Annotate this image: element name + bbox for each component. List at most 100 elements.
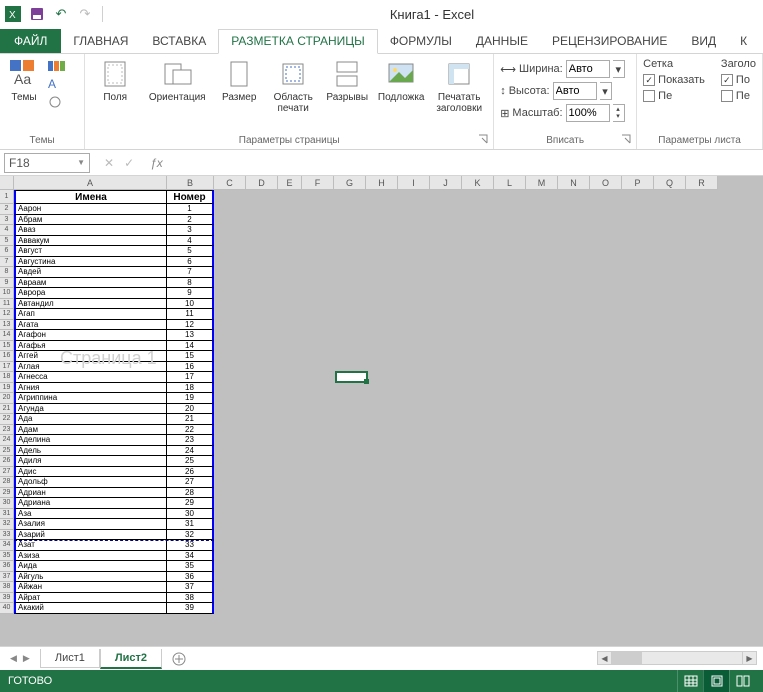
row-header[interactable]: 29 (0, 488, 14, 499)
row-header[interactable]: 36 (0, 561, 14, 572)
tab-formulas[interactable]: ФОРМУЛЫ (378, 30, 464, 53)
cell[interactable]: Адиля (14, 456, 167, 467)
sheet-tab-2[interactable]: Лист2 (100, 649, 162, 669)
tab-review[interactable]: РЕЦЕНЗИРОВАНИЕ (540, 30, 679, 53)
row-header[interactable]: 18 (0, 372, 14, 383)
cell[interactable]: Аврора (14, 288, 167, 299)
row-header[interactable]: 8 (0, 267, 14, 278)
tab-page-layout[interactable]: РАЗМЕТКА СТРАНИЦЫ (218, 29, 378, 54)
cell[interactable]: 33 (167, 540, 214, 551)
cell[interactable]: 28 (167, 488, 214, 499)
cell[interactable]: 23 (167, 435, 214, 446)
colors-icon[interactable] (48, 59, 66, 73)
cell[interactable]: Агриппина (14, 393, 167, 404)
row-header[interactable]: 32 (0, 519, 14, 530)
cell[interactable]: Аида (14, 561, 167, 572)
show-grid-checkbox[interactable]: ✓ (643, 74, 655, 86)
column-header[interactable]: O (590, 176, 622, 190)
width-select[interactable] (566, 60, 610, 78)
page-break-view-icon[interactable] (729, 670, 755, 692)
cell[interactable]: Агунда (14, 404, 167, 415)
cell[interactable]: Адриана (14, 498, 167, 509)
cell[interactable]: Аваз (14, 225, 167, 236)
cell[interactable]: 5 (167, 246, 214, 257)
fonts-icon[interactable]: A (48, 77, 66, 91)
row-header[interactable]: 9 (0, 278, 14, 289)
cell[interactable]: 16 (167, 362, 214, 373)
row-header[interactable]: 2 (0, 204, 14, 215)
page-layout-view-icon[interactable] (703, 670, 729, 692)
select-all-corner[interactable] (0, 176, 14, 190)
cell[interactable]: 34 (167, 551, 214, 562)
cell[interactable]: 25 (167, 456, 214, 467)
column-header[interactable]: C (214, 176, 246, 190)
cell[interactable]: 32 (167, 530, 214, 541)
chevron-down-icon[interactable]: ▼ (77, 158, 85, 167)
row-header[interactable]: 12 (0, 309, 14, 320)
cell[interactable]: Азиза (14, 551, 167, 562)
cell[interactable]: Агафон (14, 330, 167, 341)
cell[interactable]: Абрам (14, 215, 167, 226)
margins-button[interactable]: Поля (91, 56, 139, 103)
row-header[interactable]: 1 (0, 190, 14, 204)
tab-view[interactable]: ВИД (679, 30, 728, 53)
cell[interactable]: Адис (14, 467, 167, 478)
row-header[interactable]: 21 (0, 404, 14, 415)
row-header[interactable]: 16 (0, 351, 14, 362)
row-header[interactable]: 24 (0, 435, 14, 446)
cell[interactable]: 8 (167, 278, 214, 289)
column-header[interactable]: K (462, 176, 494, 190)
cell[interactable]: Айрат (14, 593, 167, 604)
column-header[interactable]: L (494, 176, 526, 190)
column-header[interactable]: B (167, 176, 214, 190)
scale-launcher-icon[interactable] (620, 133, 634, 147)
cell[interactable]: 27 (167, 477, 214, 488)
column-header[interactable]: A (14, 176, 167, 190)
row-header[interactable]: 34 (0, 540, 14, 551)
height-select[interactable] (553, 82, 597, 100)
cell[interactable]: Авдей (14, 267, 167, 278)
column-header[interactable]: E (278, 176, 302, 190)
row-header[interactable]: 20 (0, 393, 14, 404)
chevron-down-icon[interactable]: ▾ (600, 82, 612, 100)
row-header[interactable]: 11 (0, 299, 14, 310)
undo-icon[interactable]: ↶ (52, 5, 70, 23)
column-header[interactable]: R (686, 176, 718, 190)
cell[interactable]: Автандил (14, 299, 167, 310)
column-header[interactable]: I (398, 176, 430, 190)
row-header[interactable]: 23 (0, 425, 14, 436)
cell[interactable]: Акакий (14, 603, 167, 614)
row-header[interactable]: 6 (0, 246, 14, 257)
tab-extra[interactable]: К (728, 30, 759, 53)
cell[interactable]: 26 (167, 467, 214, 478)
row-header[interactable]: 10 (0, 288, 14, 299)
cell[interactable]: Агап (14, 309, 167, 320)
row-header[interactable]: 19 (0, 383, 14, 394)
column-header[interactable]: M (526, 176, 558, 190)
cell[interactable]: 17 (167, 372, 214, 383)
row-header[interactable]: 30 (0, 498, 14, 509)
cell[interactable]: Август (14, 246, 167, 257)
cell[interactable]: Адам (14, 425, 167, 436)
cell[interactable]: 36 (167, 572, 214, 583)
cell[interactable]: 11 (167, 309, 214, 320)
row-header[interactable]: 39 (0, 593, 14, 604)
cell[interactable]: 6 (167, 257, 214, 268)
row-header[interactable]: 25 (0, 446, 14, 457)
worksheet[interactable]: ABCDEFGHIJKLMNOPQR 123456789101112131415… (0, 176, 763, 646)
cell[interactable]: 19 (167, 393, 214, 404)
row-header[interactable]: 5 (0, 236, 14, 247)
orientation-button[interactable]: Ориентация (145, 56, 209, 103)
tab-insert[interactable]: ВСТАВКА (140, 30, 218, 53)
row-header[interactable]: 40 (0, 603, 14, 614)
cell[interactable]: 14 (167, 341, 214, 352)
scroll-right-icon[interactable]: ▶ (742, 652, 756, 664)
cell[interactable]: Ада (14, 414, 167, 425)
cell[interactable]: 31 (167, 519, 214, 530)
cell[interactable]: Азалия (14, 519, 167, 530)
cell[interactable]: Азарий (14, 530, 167, 541)
cell[interactable]: Аделина (14, 435, 167, 446)
cell[interactable]: 20 (167, 404, 214, 415)
cell[interactable]: 37 (167, 582, 214, 593)
row-header[interactable]: 14 (0, 330, 14, 341)
